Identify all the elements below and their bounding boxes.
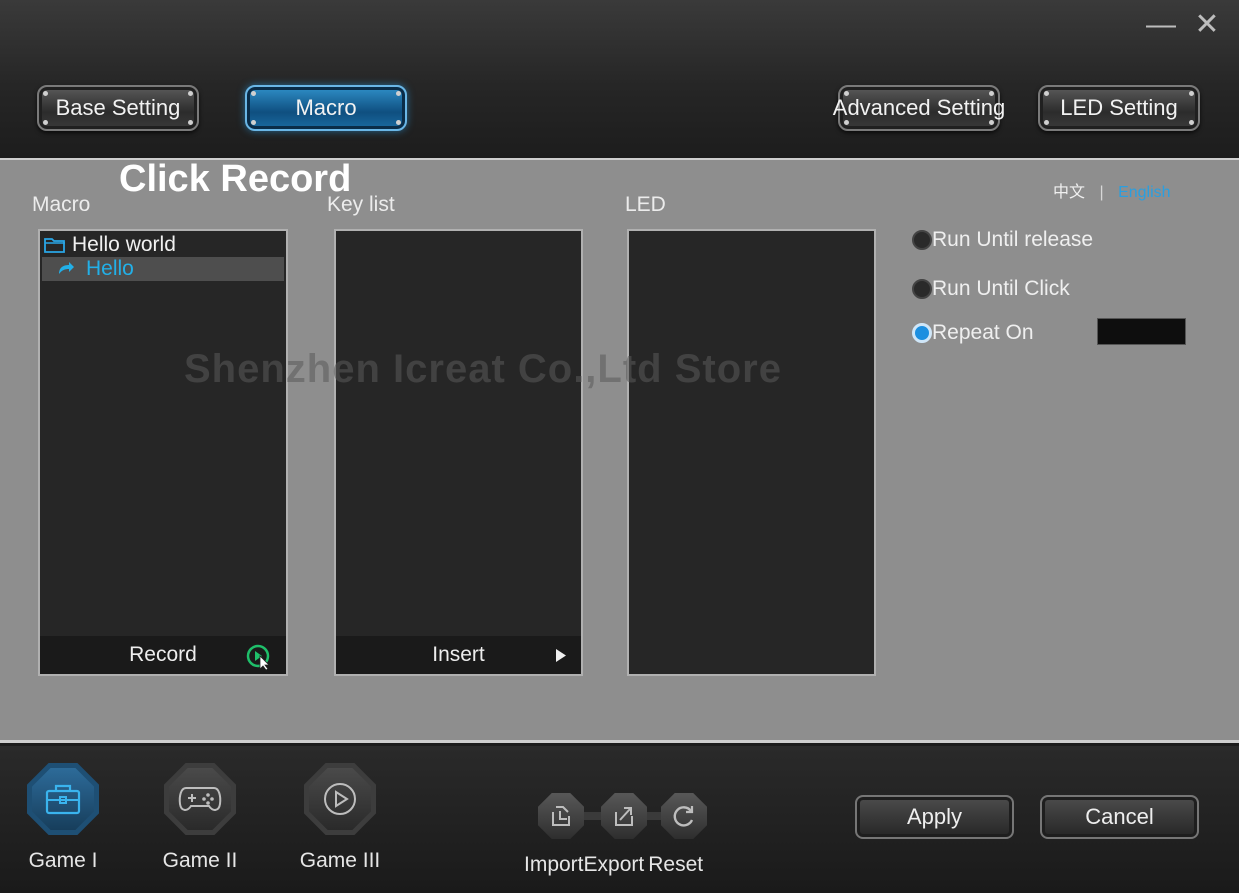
led-panel-label: LED xyxy=(625,193,666,216)
run-until-click-radio[interactable] xyxy=(912,279,932,299)
macro-folder-name: Hello world xyxy=(72,233,176,256)
game-2-label: Game II xyxy=(162,849,238,872)
cancel-label: Cancel xyxy=(1085,804,1154,829)
toolbox-icon xyxy=(45,784,81,815)
language-switch: 中文 | English xyxy=(1053,178,1171,202)
apply-button[interactable]: Apply xyxy=(855,795,1014,839)
cancel-button[interactable]: Cancel xyxy=(1040,795,1199,839)
apply-label: Apply xyxy=(906,804,963,829)
run-until-click-label: Run Until Click xyxy=(932,277,1070,300)
record-label: Record xyxy=(129,643,197,666)
led-setting-label: LED Setting xyxy=(1060,95,1178,120)
macro-tab-label: Macro xyxy=(295,95,357,120)
minimize-icon[interactable]: — xyxy=(1146,10,1176,40)
run-until-click-option[interactable]: Run Until Click xyxy=(912,277,1070,301)
import-icon xyxy=(552,806,570,826)
english-language-link[interactable]: English xyxy=(1118,184,1170,201)
instruction-caption: Click Record xyxy=(119,158,352,200)
advanced-setting-label: Advanced Setting xyxy=(832,95,1006,120)
repeat-count-input[interactable] xyxy=(1097,318,1186,345)
tool-labels: Import Export Reset xyxy=(524,853,703,877)
game-3-label: Game III xyxy=(299,849,381,872)
repeat-on-radio[interactable] xyxy=(912,323,932,343)
insert-label: Insert xyxy=(432,643,485,666)
import-button[interactable] xyxy=(538,793,584,839)
run-until-release-option[interactable]: Run Until release xyxy=(912,228,1093,252)
reset-label: Reset xyxy=(648,853,704,876)
import-label: Import xyxy=(524,853,584,876)
repeat-on-option[interactable]: Repeat On xyxy=(912,321,1034,345)
play-arrow-icon xyxy=(556,649,566,662)
play-circle-icon xyxy=(324,783,356,815)
reset-icon xyxy=(673,806,694,827)
led-setting-tab[interactable]: LED Setting xyxy=(1038,85,1200,131)
insert-button[interactable]: Insert xyxy=(336,636,581,674)
macro-item-row[interactable]: Hello xyxy=(42,257,284,281)
reset-button[interactable] xyxy=(661,793,707,839)
export-icon xyxy=(615,807,633,826)
macro-folder-row[interactable]: Hello world xyxy=(42,233,284,257)
advanced-setting-tab[interactable]: Advanced Setting xyxy=(833,85,1005,131)
repeat-on-label: Repeat On xyxy=(932,321,1034,344)
led-panel xyxy=(627,229,876,676)
folder-icon xyxy=(44,238,65,253)
record-button[interactable]: Record xyxy=(40,636,286,674)
macro-item-icon xyxy=(59,262,74,274)
store-watermark: Shenzhen Icreat Co.,Ltd Store xyxy=(184,347,782,391)
record-icon xyxy=(246,644,270,670)
game-1-label: Game I xyxy=(28,849,98,872)
base-setting-tab[interactable]: Base Setting xyxy=(37,85,199,131)
chinese-language-link[interactable]: 中文 xyxy=(1053,184,1085,201)
export-label: Export xyxy=(583,853,645,876)
macro-panel-label: Macro xyxy=(32,193,91,216)
run-until-release-radio[interactable] xyxy=(912,230,932,250)
key-list-panel: Insert xyxy=(334,229,583,676)
macro-tab[interactable]: Macro xyxy=(245,85,407,131)
macro-list-panel: Hello world Hello Record xyxy=(38,229,288,676)
top-bar: — ✕ Base Setting Macro Advanced Setting … xyxy=(0,0,1239,156)
base-setting-label: Base Setting xyxy=(55,95,181,120)
run-until-release-label: Run Until release xyxy=(932,228,1094,251)
language-separator: | xyxy=(1099,184,1104,201)
macro-item-name: Hello xyxy=(86,257,134,280)
export-button[interactable] xyxy=(601,793,647,839)
close-icon[interactable]: ✕ xyxy=(1192,10,1222,40)
gamepad-icon xyxy=(178,787,222,811)
